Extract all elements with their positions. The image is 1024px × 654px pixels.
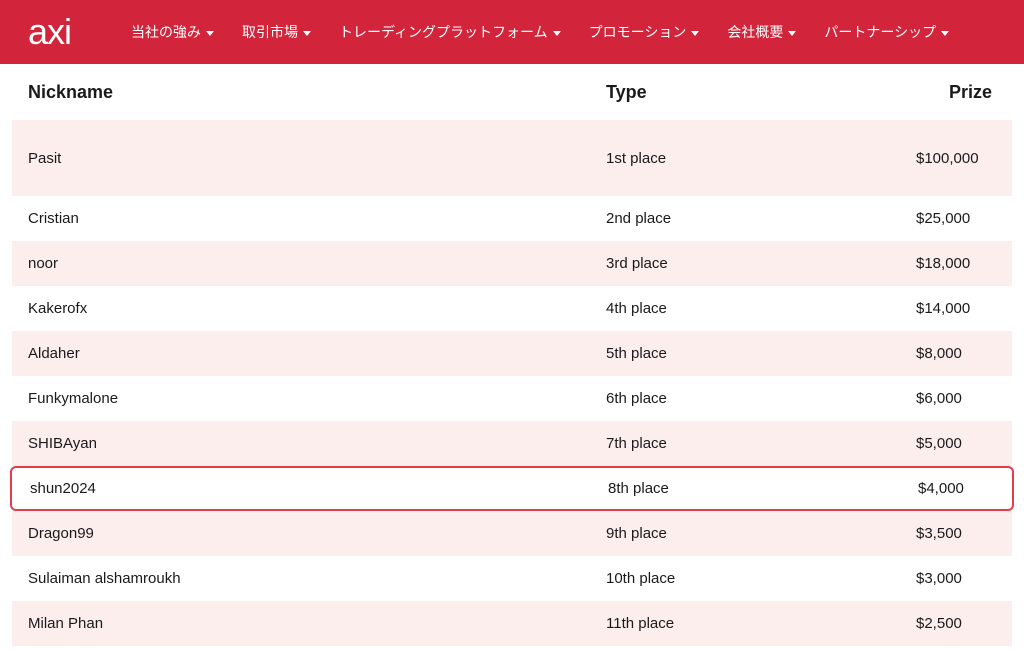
chevron-down-icon: [788, 31, 796, 36]
chevron-down-icon: [303, 31, 311, 36]
logo[interactable]: axi: [28, 11, 71, 53]
cell-nickname: noor: [28, 255, 606, 272]
table-row: shun20248th place$4,000: [10, 466, 1014, 511]
chevron-down-icon: [206, 31, 214, 36]
table-header-nickname: Nickname: [28, 82, 606, 103]
cell-nickname: SHIBAyan: [28, 435, 606, 452]
logo-text: axi: [28, 11, 71, 53]
table-row: Sulaiman alshamroukh10th place$3,000: [12, 556, 1012, 601]
cell-type: 2nd place: [606, 210, 916, 227]
cell-type: 11th place: [606, 615, 916, 632]
nav-item-company[interactable]: 会社概要: [727, 22, 796, 42]
nav-item-partnership[interactable]: パートナーシップ: [824, 22, 949, 42]
table-row: Milan Phan11th place$2,500: [12, 601, 1012, 646]
cell-prize: $100,000: [916, 150, 996, 167]
cell-prize: $6,000: [916, 390, 996, 407]
nav-label: パートナーシップ: [824, 22, 936, 42]
cell-prize: $2,500: [916, 615, 996, 632]
cell-prize: $25,000: [916, 210, 996, 227]
chevron-down-icon: [553, 31, 561, 36]
cell-type: 8th place: [608, 480, 918, 497]
cell-prize: $14,000: [916, 300, 996, 317]
table-row: Dragon999th place$3,500: [12, 511, 1012, 556]
cell-prize: $3,500: [916, 525, 996, 542]
main-header: axi 当社の強み 取引市場 トレーディングプラットフォーム プロモーション 会…: [0, 0, 1024, 64]
nav-label: 会社概要: [727, 22, 783, 42]
table-header-type: Type: [606, 82, 916, 103]
table-row: Kakerofx4th place$14,000: [12, 286, 1012, 331]
nav-label: トレーディングプラットフォーム: [339, 22, 548, 42]
cell-type: 10th place: [606, 570, 916, 587]
cell-type: 7th place: [606, 435, 916, 452]
cell-nickname: Sulaiman alshamroukh: [28, 570, 606, 587]
cell-nickname: Kakerofx: [28, 300, 606, 317]
nav-item-strengths[interactable]: 当社の強み: [131, 22, 214, 42]
nav-item-markets[interactable]: 取引市場: [242, 22, 311, 42]
leaderboard-table: Nickname Type Prize Pasit1st place$100,0…: [12, 64, 1012, 646]
cell-type: 6th place: [606, 390, 916, 407]
table-row: Pasit1st place$100,000: [12, 120, 1012, 196]
cell-type: 9th place: [606, 525, 916, 542]
cell-nickname: Dragon99: [28, 525, 606, 542]
nav-label: プロモーション: [589, 22, 687, 42]
content-area: Nickname Type Prize Pasit1st place$100,0…: [0, 64, 1024, 646]
table-body: Pasit1st place$100,000Cristian2nd place$…: [12, 120, 1012, 646]
cell-nickname: Pasit: [28, 150, 606, 167]
nav-label: 当社の強み: [131, 22, 201, 42]
main-nav: 当社の強み 取引市場 トレーディングプラットフォーム プロモーション 会社概要 …: [131, 22, 949, 42]
cell-nickname: Funkymalone: [28, 390, 606, 407]
table-row: Cristian2nd place$25,000: [12, 196, 1012, 241]
table-row: Funkymalone6th place$6,000: [12, 376, 1012, 421]
cell-nickname: Aldaher: [28, 345, 606, 362]
table-row: SHIBAyan7th place$5,000: [12, 421, 1012, 466]
nav-label: 取引市場: [242, 22, 298, 42]
cell-prize: $3,000: [916, 570, 996, 587]
cell-prize: $4,000: [918, 480, 994, 497]
table-row: Aldaher5th place$8,000: [12, 331, 1012, 376]
cell-type: 3rd place: [606, 255, 916, 272]
cell-prize: $8,000: [916, 345, 996, 362]
table-header-prize: Prize: [916, 82, 996, 103]
cell-nickname: shun2024: [30, 480, 608, 497]
nav-item-promotion[interactable]: プロモーション: [589, 22, 700, 42]
cell-prize: $18,000: [916, 255, 996, 272]
cell-nickname: Milan Phan: [28, 615, 606, 632]
chevron-down-icon: [691, 31, 699, 36]
cell-type: 5th place: [606, 345, 916, 362]
chevron-down-icon: [941, 31, 949, 36]
table-row: noor3rd place$18,000: [12, 241, 1012, 286]
cell-type: 4th place: [606, 300, 916, 317]
cell-type: 1st place: [606, 150, 916, 167]
table-header-row: Nickname Type Prize: [12, 64, 1012, 120]
cell-nickname: Cristian: [28, 210, 606, 227]
nav-item-platform[interactable]: トレーディングプラットフォーム: [339, 22, 561, 42]
cell-prize: $5,000: [916, 435, 996, 452]
